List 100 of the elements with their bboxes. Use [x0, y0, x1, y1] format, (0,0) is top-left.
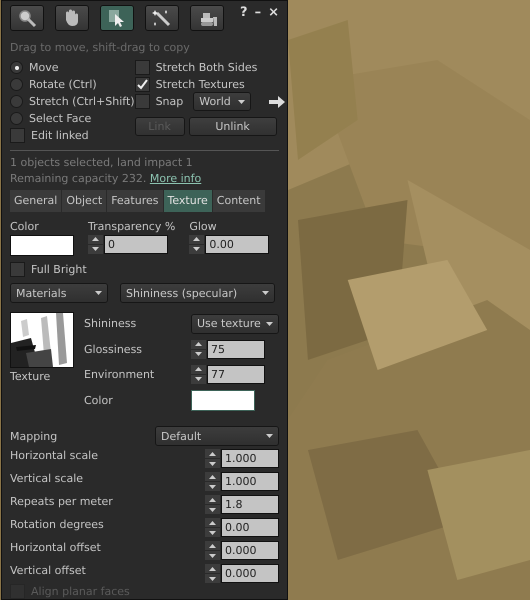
spin-up-button[interactable]: [191, 340, 206, 349]
checkbox-label: Stretch Textures: [156, 78, 245, 92]
spin-down-button[interactable]: [205, 551, 220, 560]
arrow-icon: [269, 96, 286, 108]
caret-icon: [266, 322, 273, 326]
checkbox-label: Snap: [156, 95, 184, 108]
info-text: Remaining capacity 232.: [10, 172, 148, 185]
up-triangle-icon: [209, 474, 216, 479]
color-swatch[interactable]: [10, 234, 74, 256]
hint-text: Drag to move, shift-drag to copy: [10, 40, 191, 54]
field-label: Transparency %: [88, 220, 176, 233]
unlink-button[interactable]: Unlink: [188, 116, 277, 136]
field-label: Glow: [189, 220, 218, 233]
field-label: Color: [10, 220, 40, 233]
tab[interactable]: Object: [62, 190, 108, 212]
field-label: Horizontal offset: [10, 541, 101, 554]
tool-button[interactable]: [55, 5, 89, 31]
field-label: Environment: [84, 368, 156, 381]
spin-up-button[interactable]: [205, 541, 220, 550]
up-triangle-icon: [209, 452, 216, 456]
field-label: Vertical scale: [10, 472, 84, 486]
info-text: 1 objects selected, land impact 1: [10, 154, 194, 171]
radio-button[interactable]: [10, 95, 23, 108]
minimize-button[interactable]: –: [254, 5, 262, 20]
down-triangle-icon: [195, 352, 202, 356]
number-field[interactable]: 0.00: [221, 518, 279, 538]
up-triangle-icon: [209, 498, 216, 502]
checkbox[interactable]: [134, 94, 150, 110]
tab[interactable]: Features: [107, 190, 164, 212]
checkbox[interactable]: [134, 60, 150, 76]
field-label: Repeats per meter: [10, 495, 113, 508]
spin-up-button[interactable]: [205, 495, 220, 504]
number-field[interactable]: 1.000: [221, 472, 279, 492]
down-triangle-icon: [209, 484, 216, 489]
spin-down-button[interactable]: [205, 528, 220, 538]
tab[interactable]: Texture: [164, 190, 213, 212]
snap-dropdown[interactable]: World: [193, 92, 252, 112]
checkmark-icon: [136, 79, 148, 90]
number-field[interactable]: 0: [104, 234, 168, 254]
caret-icon: [262, 291, 269, 296]
color-swatch[interactable]: [191, 390, 255, 411]
spin-up-button[interactable]: [191, 364, 206, 374]
checkbox[interactable]: [10, 128, 25, 144]
tool-button[interactable]: [190, 5, 224, 31]
checkbox[interactable]: [10, 262, 25, 277]
spin-up-button[interactable]: [205, 472, 220, 482]
spin-down-button[interactable]: [205, 482, 220, 492]
radio-label: Select Face: [29, 112, 92, 126]
close-button[interactable]: ×: [268, 5, 279, 20]
spin-down-button[interactable]: [205, 459, 220, 468]
down-triangle-icon: [92, 247, 99, 252]
help-button[interactable]: ?: [240, 5, 248, 20]
spin-down-button[interactable]: [205, 505, 220, 514]
spin-up-button[interactable]: [205, 449, 220, 458]
shininess-dropdown[interactable]: Use texture: [191, 314, 279, 334]
down-triangle-icon: [209, 508, 216, 512]
field-label: Rotation degrees: [10, 518, 104, 532]
number-field[interactable]: 1.8: [221, 495, 279, 514]
caret-icon: [95, 291, 102, 296]
field-label: Horizontal scale: [10, 449, 98, 462]
number-field[interactable]: 77: [207, 364, 265, 384]
field-label: Mapping: [10, 430, 58, 443]
number-field[interactable]: 75: [207, 340, 265, 359]
materials-dropdown[interactable]: Materials: [10, 283, 108, 304]
down-triangle-icon: [193, 247, 200, 252]
spin-down-button[interactable]: [191, 350, 206, 359]
checkbox-label: Stretch Both Sides: [156, 61, 258, 74]
radio-button[interactable]: [10, 61, 23, 74]
spin-up-button[interactable]: [88, 234, 103, 244]
radio-button[interactable]: [10, 78, 23, 92]
caret-icon: [266, 434, 273, 438]
tool-button[interactable]: [10, 5, 44, 31]
number-field[interactable]: 0.000: [221, 564, 279, 584]
number-field[interactable]: 0.000: [221, 541, 279, 560]
spin-up-button[interactable]: [189, 234, 204, 244]
spin-down-button[interactable]: [205, 574, 220, 584]
spin-down-button[interactable]: [191, 374, 206, 384]
down-triangle-icon: [209, 530, 216, 535]
spin-up-button[interactable]: [205, 518, 220, 528]
spin-down-button[interactable]: [88, 244, 103, 254]
tool-button[interactable]: [145, 5, 179, 31]
checkbox-label: Full Bright: [31, 262, 87, 276]
wand-icon: [152, 8, 172, 28]
up-triangle-icon: [195, 367, 202, 372]
more-info-link[interactable]: More info: [150, 172, 202, 185]
spin-up-button[interactable]: [205, 564, 220, 574]
tool-button[interactable]: [100, 5, 134, 31]
checkbox[interactable]: [134, 77, 150, 92]
up-triangle-icon: [193, 237, 200, 242]
number-field[interactable]: 0.00: [205, 234, 270, 254]
number-field[interactable]: 1.000: [221, 449, 279, 468]
down-triangle-icon: [195, 377, 202, 382]
down-triangle-icon: [209, 576, 216, 581]
radio-label: Move: [29, 61, 58, 74]
mapping-dropdown[interactable]: Default: [155, 426, 279, 446]
channel-dropdown[interactable]: Shininess (specular): [120, 283, 275, 304]
spin-down-button[interactable]: [189, 244, 204, 254]
tab[interactable]: General: [10, 190, 62, 212]
tab[interactable]: Content: [212, 190, 266, 212]
radio-button[interactable]: [10, 112, 23, 126]
